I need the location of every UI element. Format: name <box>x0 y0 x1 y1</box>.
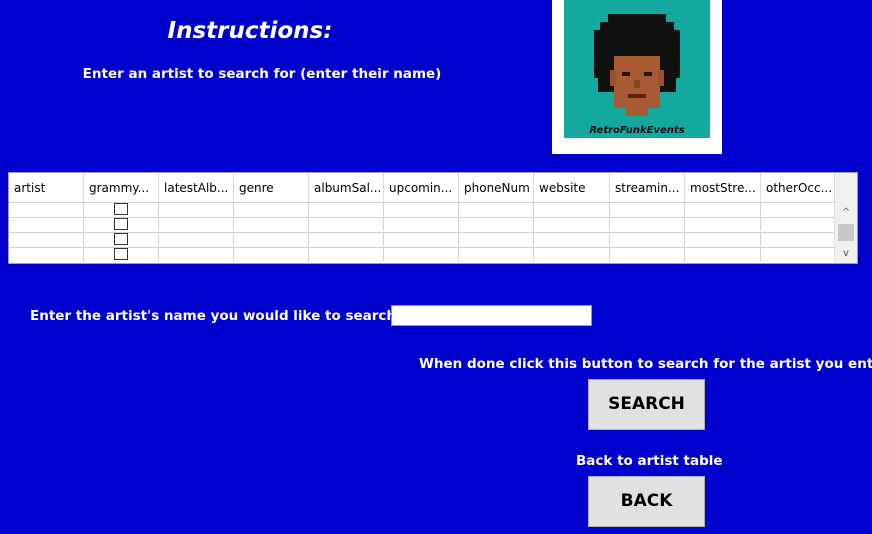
avatar-icon <box>594 14 680 116</box>
scroll-up-icon[interactable]: ^ <box>835 206 857 220</box>
column-header[interactable]: grammy... <box>84 173 159 202</box>
table-cell[interactable] <box>534 248 610 261</box>
instructions-subtitle: Enter an artist to search for (enter the… <box>82 66 442 82</box>
table-cell[interactable] <box>159 248 234 261</box>
table-cell[interactable] <box>234 248 309 261</box>
logo-image: RetroFunkEvents <box>564 0 710 138</box>
table-cell[interactable] <box>761 233 835 246</box>
column-header[interactable]: latestAlb... <box>159 173 234 202</box>
table-cell[interactable] <box>159 218 234 231</box>
table-cell[interactable] <box>459 218 534 231</box>
table-cell[interactable] <box>534 203 610 216</box>
back-label: Back to artist table <box>576 453 723 469</box>
table-cell[interactable] <box>610 233 685 246</box>
table-cell[interactable] <box>309 218 384 231</box>
scroll-down-icon[interactable]: v <box>835 247 857 261</box>
table-cell[interactable] <box>761 203 835 216</box>
table-cell[interactable] <box>84 233 159 246</box>
table-cell[interactable] <box>685 218 761 231</box>
table-cell[interactable] <box>84 248 159 261</box>
column-header[interactable]: artist <box>9 173 84 202</box>
grammy-checkbox[interactable] <box>114 203 128 215</box>
table-cell[interactable] <box>534 218 610 231</box>
table-cell[interactable] <box>234 203 309 216</box>
header-corner <box>835 173 857 202</box>
table-cell[interactable] <box>610 248 685 261</box>
table-cell[interactable] <box>685 203 761 216</box>
table-cell[interactable] <box>159 203 234 216</box>
table-header: artist grammy... latestAlb... genre albu… <box>9 173 835 202</box>
search-input[interactable] <box>391 305 592 326</box>
column-header[interactable]: streamin... <box>610 173 685 202</box>
table-cell[interactable] <box>761 218 835 231</box>
table-cell[interactable] <box>384 248 459 261</box>
table-cell[interactable] <box>309 203 384 216</box>
table-cell[interactable] <box>610 203 685 216</box>
table-row[interactable] <box>9 232 835 246</box>
table-cell[interactable] <box>459 233 534 246</box>
column-header[interactable]: otherOcc... <box>761 173 835 202</box>
table-cell[interactable] <box>610 218 685 231</box>
search-hint: When done click this button to search fo… <box>419 356 872 372</box>
table-row[interactable] <box>9 247 835 261</box>
column-header[interactable]: website <box>534 173 610 202</box>
table-cell[interactable] <box>761 248 835 261</box>
column-header[interactable]: mostStre... <box>685 173 761 202</box>
table-cell[interactable] <box>309 233 384 246</box>
scroll-thumb[interactable] <box>838 224 854 241</box>
grammy-checkbox[interactable] <box>114 218 128 230</box>
search-button[interactable]: SEARCH <box>588 379 705 430</box>
table-cell[interactable] <box>384 203 459 216</box>
table-cell[interactable] <box>685 233 761 246</box>
grammy-checkbox[interactable] <box>114 233 128 245</box>
table-body <box>9 202 835 263</box>
table-row[interactable] <box>9 202 835 216</box>
artist-table[interactable]: artist grammy... latestAlb... genre albu… <box>8 172 858 264</box>
table-cell[interactable] <box>309 248 384 261</box>
table-cell[interactable] <box>685 248 761 261</box>
search-label: Enter the artist's name you would like t… <box>30 308 428 324</box>
table-row[interactable] <box>9 217 835 231</box>
column-header[interactable]: genre <box>234 173 309 202</box>
table-cell[interactable] <box>234 218 309 231</box>
logo-caption: RetroFunkEvents <box>589 125 685 136</box>
table-cell[interactable] <box>84 218 159 231</box>
grammy-checkbox[interactable] <box>114 248 128 260</box>
table-cell[interactable] <box>234 233 309 246</box>
column-header[interactable]: albumSal... <box>309 173 384 202</box>
table-cell[interactable] <box>384 218 459 231</box>
table-cell[interactable] <box>459 248 534 261</box>
table-cell[interactable] <box>9 203 84 216</box>
column-header[interactable]: phoneNum <box>459 173 534 202</box>
table-cell[interactable] <box>9 218 84 231</box>
table-cell[interactable] <box>159 233 234 246</box>
table-cell[interactable] <box>534 233 610 246</box>
table-cell[interactable] <box>9 233 84 246</box>
table-cell[interactable] <box>459 203 534 216</box>
instructions-title: Instructions: <box>167 18 333 44</box>
table-cell[interactable] <box>9 248 84 261</box>
back-button[interactable]: BACK <box>588 476 705 527</box>
column-header[interactable]: upcomin... <box>384 173 459 202</box>
vertical-scrollbar[interactable]: ^ v <box>834 202 857 263</box>
table-cell[interactable] <box>84 203 159 216</box>
table-cell[interactable] <box>384 233 459 246</box>
logo-frame: RetroFunkEvents <box>552 0 722 154</box>
